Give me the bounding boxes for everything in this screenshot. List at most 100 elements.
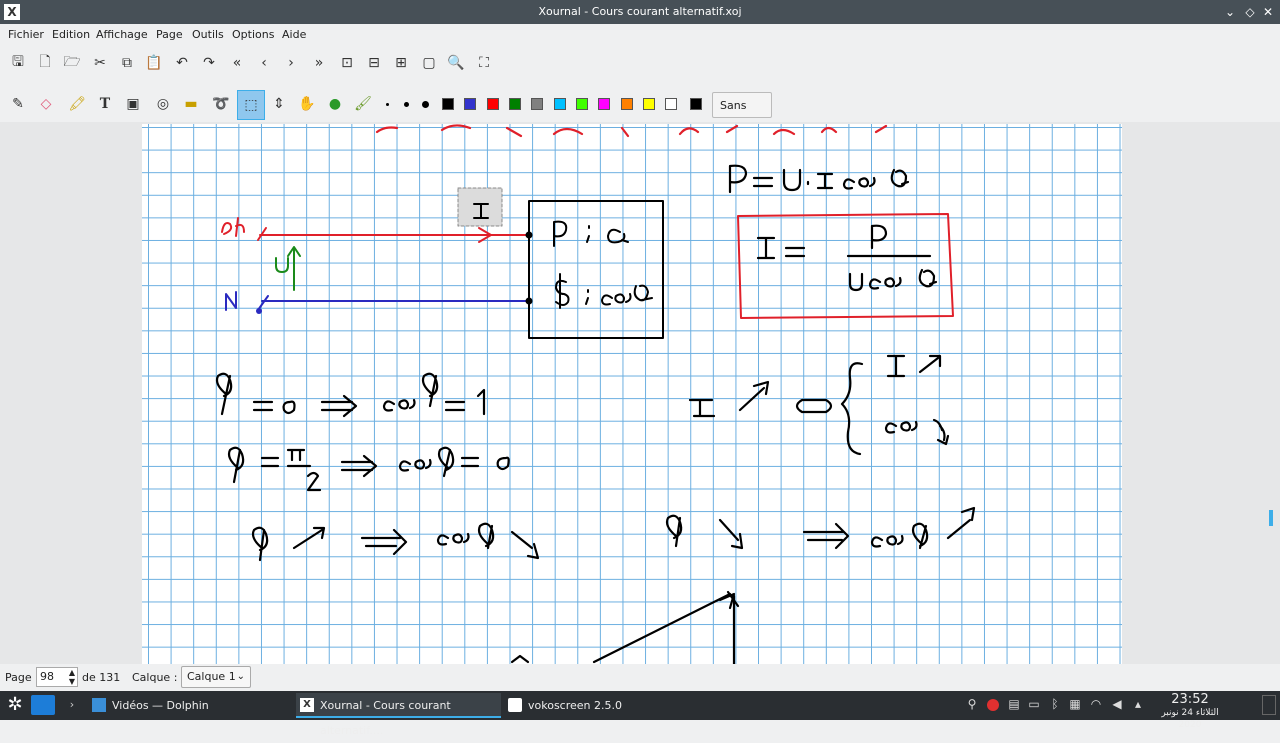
image-icon[interactable]: ▣ bbox=[122, 93, 144, 115]
window-title: Xournal - Cours courant alternatif.xoj bbox=[538, 5, 742, 18]
paste-icon[interactable]: 📋 bbox=[143, 52, 165, 74]
rectangle-select-icon[interactable]: ⬚ bbox=[237, 90, 265, 120]
menu-aide[interactable]: Aide bbox=[282, 24, 306, 46]
next-page-icon[interactable]: › bbox=[280, 52, 302, 74]
load-box bbox=[528, 200, 664, 339]
task-dolphin[interactable]: Vidéos — Dolphin bbox=[88, 693, 293, 718]
eraser-icon[interactable]: ◇ bbox=[35, 93, 57, 115]
fill-icon[interactable]: 🖌 bbox=[352, 93, 374, 115]
menu-edition[interactable]: Edition bbox=[52, 24, 90, 46]
search-icon[interactable]: 🔍 bbox=[445, 52, 467, 74]
default-tool-icon[interactable]: ● bbox=[324, 93, 346, 115]
fullscreen-icon[interactable]: ⛶ bbox=[473, 52, 495, 74]
menu-bar: Fichier Edition Affichage Page Outils Op… bbox=[0, 24, 1280, 46]
page-number-value: 98 bbox=[40, 670, 54, 683]
minimize-icon[interactable]: ⌄ bbox=[1220, 0, 1240, 24]
chevron-down-icon: ⌄ bbox=[236, 671, 245, 682]
page-count: de 131 bbox=[82, 671, 121, 684]
pen-icon[interactable]: ✎ bbox=[7, 93, 29, 115]
neutral-line bbox=[225, 291, 531, 311]
ruler-icon[interactable]: ▬ bbox=[180, 93, 202, 115]
zoom-out-icon[interactable]: ⊟ bbox=[363, 52, 385, 74]
undo-icon[interactable]: ↶ bbox=[171, 52, 193, 74]
arrow-right-icon[interactable]: › bbox=[62, 694, 82, 716]
keep-above-icon[interactable]: ◇ bbox=[1240, 0, 1260, 24]
color-magenta[interactable] bbox=[598, 98, 610, 110]
lasso-icon[interactable]: ➰ bbox=[210, 93, 232, 115]
spin-arrows-icon[interactable]: ▲ ▼ bbox=[69, 668, 75, 686]
thickness-fine[interactable] bbox=[386, 103, 389, 106]
zoom-in-icon[interactable]: ⊞ bbox=[390, 52, 412, 74]
color-red[interactable] bbox=[487, 98, 499, 110]
first-page-icon[interactable]: « bbox=[226, 52, 248, 74]
redo-icon[interactable]: ↷ bbox=[198, 52, 220, 74]
phasor-sketch bbox=[510, 590, 740, 664]
battery-icon[interactable]: ▭ bbox=[1027, 697, 1041, 713]
color-yellow[interactable] bbox=[643, 98, 655, 110]
vertical-scrollbar[interactable] bbox=[1268, 122, 1274, 662]
highlighter-icon[interactable]: 🖍 bbox=[66, 93, 88, 115]
clock[interactable]: 23:52 الثلاثاء 24 نونبر 2020 bbox=[1150, 693, 1230, 731]
main-toolbar: 🖫 🗋 🗁 ✂ ⧉ 📋 ↶ ↷ « ‹ › » ⊡ ⊟ ⊞ ▢ 🔍 ⛶ bbox=[0, 52, 1280, 80]
folder-icon bbox=[92, 698, 106, 712]
last-page-icon[interactable]: » bbox=[308, 52, 330, 74]
task-vokoscreen[interactable]: vokoscreen 2.5.0 bbox=[504, 693, 709, 718]
color-orange[interactable] bbox=[621, 98, 633, 110]
color-black[interactable] bbox=[442, 98, 454, 110]
previous-page-icon[interactable]: ‹ bbox=[253, 52, 275, 74]
vertical-space-icon[interactable]: ⇕ bbox=[268, 93, 290, 115]
color-green[interactable] bbox=[509, 98, 521, 110]
eq-current-up bbox=[688, 354, 950, 456]
zoom-page-icon[interactable]: ▢ bbox=[418, 52, 440, 74]
color-blue[interactable] bbox=[464, 98, 476, 110]
desktop-pager-icon[interactable] bbox=[31, 695, 55, 715]
text-icon[interactable]: T bbox=[94, 93, 116, 115]
shape-recognizer-icon[interactable]: ◎ bbox=[152, 93, 174, 115]
tools-toolbar: ✎ ◇ 🖍 T ▣ ◎ ▬ ➰ ⬚ ⇕ ✋ ● 🖌 bbox=[0, 90, 1280, 120]
show-desktop-icon[interactable] bbox=[1262, 695, 1276, 715]
thickness-medium[interactable] bbox=[404, 102, 409, 107]
page-number-input[interactable]: 98 ▲ ▼ bbox=[36, 667, 78, 687]
color-white[interactable] bbox=[665, 98, 677, 110]
app-launcher-icon[interactable]: ✲ bbox=[4, 694, 26, 716]
menu-outils[interactable]: Outils bbox=[192, 24, 224, 46]
menu-fichier[interactable]: Fichier bbox=[8, 24, 44, 46]
note-page[interactable] bbox=[142, 124, 1122, 664]
open-folder-icon[interactable]: 🗁 bbox=[61, 52, 83, 74]
task-xournal[interactable]: X Xournal - Cours courant alternatif.... bbox=[296, 693, 501, 737]
thickness-thick[interactable] bbox=[422, 101, 429, 108]
notifications-icon[interactable]: ▦ bbox=[1068, 697, 1082, 713]
layer-label: Calque : bbox=[132, 671, 178, 684]
bluetooth-icon[interactable]: ᛒ bbox=[1048, 697, 1062, 713]
taskbar: ✲ › Vidéos — Dolphin X Xournal - Cours c… bbox=[0, 691, 1280, 737]
menu-page[interactable]: Page bbox=[156, 24, 183, 46]
close-icon[interactable]: ✕ bbox=[1258, 0, 1278, 24]
voltage-arrow bbox=[275, 246, 301, 291]
color-gray[interactable] bbox=[531, 98, 543, 110]
color-light-blue[interactable] bbox=[554, 98, 566, 110]
volume-icon[interactable]: ◀ bbox=[1110, 697, 1124, 713]
clipboard-icon[interactable]: ▤ bbox=[1007, 697, 1021, 713]
pin-icon[interactable]: ⚲ bbox=[965, 697, 979, 713]
menu-affichage[interactable]: Affichage bbox=[96, 24, 148, 46]
tray-expand-icon[interactable]: ▴ bbox=[1131, 697, 1145, 713]
new-document-icon[interactable]: 🗋 bbox=[34, 52, 56, 74]
xournal-task-icon: X bbox=[300, 698, 314, 712]
scrollbar-thumb[interactable] bbox=[1269, 510, 1273, 526]
save-icon[interactable]: 🖫 bbox=[7, 52, 29, 74]
font-selector[interactable]: Sans 12 bbox=[712, 92, 772, 138]
hand-icon[interactable]: ✋ bbox=[296, 93, 318, 115]
record-icon[interactable] bbox=[987, 699, 999, 711]
wifi-icon[interactable]: ◠ bbox=[1089, 697, 1103, 713]
copy-icon[interactable]: ⧉ bbox=[116, 52, 138, 74]
eq-phi-pi2 bbox=[227, 446, 510, 492]
color-light-green[interactable] bbox=[576, 98, 588, 110]
cut-icon[interactable]: ✂ bbox=[89, 52, 111, 74]
menu-options[interactable]: Options bbox=[232, 24, 274, 46]
formula-power bbox=[728, 164, 910, 194]
color-current[interactable] bbox=[690, 98, 702, 110]
font-name: Sans bbox=[720, 99, 747, 112]
zoom-fit-icon[interactable]: ⊡ bbox=[336, 52, 358, 74]
eq-phi-up bbox=[251, 522, 540, 562]
layer-select[interactable]: Calque 1 ⌄ bbox=[181, 666, 251, 688]
